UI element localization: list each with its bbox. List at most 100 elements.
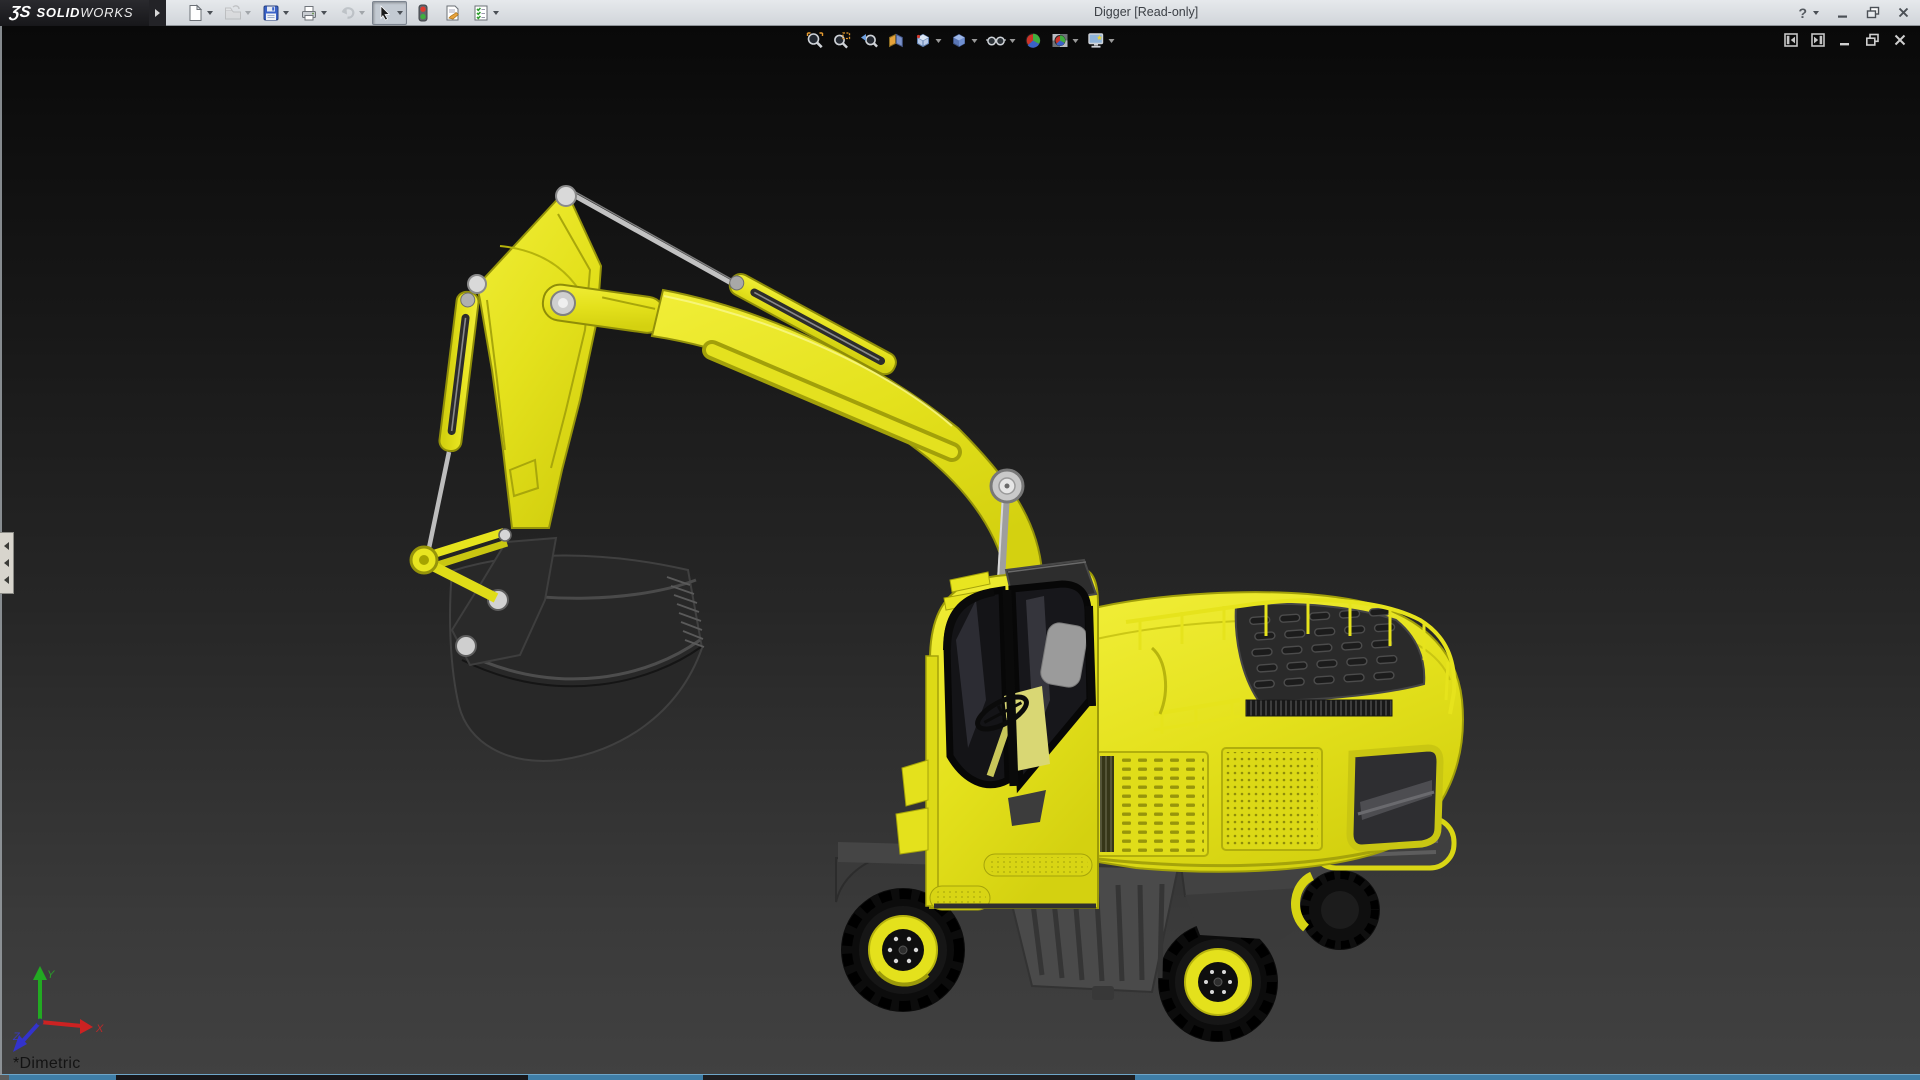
collapse-pane-button[interactable] — [1784, 33, 1798, 47]
quick-access-toolbar — [182, 0, 503, 25]
display-style-dropdown-arrow[interactable] — [971, 38, 978, 43]
vent-strip — [1245, 699, 1393, 717]
bucket-cylinder[interactable] — [426, 284, 480, 549]
document-close-button[interactable] — [1893, 33, 1907, 47]
title-bar: ƷS SOLID WORKS Digger [Read-only] ? — [0, 0, 1920, 26]
section-view-icon — [889, 33, 903, 48]
open-dropdown-arrow[interactable] — [245, 10, 252, 15]
stick-top-pivot — [555, 185, 577, 207]
document-restore-button[interactable] — [1865, 33, 1880, 47]
display-style-button[interactable] — [950, 31, 978, 50]
front-flare-lower — [895, 807, 929, 855]
minimize-button[interactable] — [1836, 6, 1849, 19]
document-minimize-button[interactable] — [1838, 33, 1852, 47]
open-button[interactable] — [220, 1, 255, 25]
rear-pillar — [1085, 605, 1096, 707]
previous-view-icon — [861, 34, 878, 48]
taskbar-segment — [0, 1075, 9, 1080]
view-orientation-icon — [916, 33, 929, 48]
save-dropdown-arrow[interactable] — [283, 10, 290, 15]
restore-icon — [1866, 6, 1880, 19]
brand-solid: SOLID — [36, 5, 81, 20]
print-button[interactable] — [296, 1, 331, 25]
collapse-arrow-icon — [4, 542, 9, 550]
new-dropdown-arrow[interactable] — [207, 10, 214, 15]
side-grille-left — [1095, 751, 1209, 857]
display-style-icon — [953, 33, 965, 48]
rebuild-button[interactable] — [410, 1, 436, 25]
zoom-to-fit-button[interactable] — [806, 31, 825, 50]
print-dropdown-arrow[interactable] — [321, 10, 328, 15]
expand-pane-icon — [1811, 33, 1825, 47]
new-document-icon — [189, 3, 203, 21]
feature-manager-collapse-tab[interactable] — [0, 532, 14, 594]
stick-arm[interactable] — [475, 188, 603, 529]
hide-show-items-icon — [986, 36, 1006, 46]
taskbar-edge[interactable] — [0, 1074, 1920, 1080]
graphics-viewport[interactable]: Y X Z *Dimetric — [0, 26, 1920, 1075]
undo-button[interactable] — [334, 1, 369, 25]
taskbar-segment — [703, 1075, 1135, 1080]
heads-up-view-toolbar — [806, 31, 1115, 50]
view-orientation-dropdown-arrow[interactable] — [935, 38, 942, 43]
apply-scene-button[interactable] — [1051, 31, 1079, 50]
view-settings-dropdown-arrow[interactable] — [1108, 38, 1115, 43]
solidworks-logo-mark-icon: ƷS — [8, 3, 32, 21]
x-axis-label: X — [95, 1023, 104, 1035]
zoom-to-area-button[interactable] — [833, 31, 852, 50]
previous-view-button[interactable] — [860, 31, 879, 50]
bucket-lower-pin — [455, 635, 477, 657]
help-dropdown-arrow[interactable] — [1813, 10, 1819, 15]
menu-flyout-button[interactable] — [149, 0, 167, 26]
section-view-button[interactable] — [887, 31, 906, 50]
window-controls: ? — [1798, 0, 1910, 25]
zoom-to-area-icon — [834, 32, 851, 49]
collapse-arrow-icon — [4, 576, 9, 584]
save-button[interactable] — [258, 1, 293, 25]
select-dropdown-arrow[interactable] — [397, 10, 404, 15]
stick-left-pivot — [467, 274, 487, 294]
restore-button[interactable] — [1866, 6, 1880, 19]
hide-show-dropdown-arrow[interactable] — [1009, 38, 1016, 43]
solidworks-logo: ƷS SOLID WORKS — [0, 0, 150, 26]
options-dropdown-arrow[interactable] — [493, 10, 500, 15]
help-button[interactable]: ? — [1798, 5, 1819, 21]
z-axis-label: Z — [12, 1031, 21, 1043]
rear-window — [1346, 744, 1444, 852]
file-properties-button[interactable] — [439, 1, 465, 25]
document-close-icon — [1894, 34, 1906, 46]
options-checklist-icon — [474, 5, 488, 20]
front-right-wheel[interactable] — [1158, 922, 1278, 1042]
undo-dropdown-arrow[interactable] — [359, 10, 366, 15]
apply-scene-icon — [1052, 34, 1068, 47]
hide-show-items-button[interactable] — [986, 31, 1016, 50]
select-button[interactable] — [372, 0, 408, 25]
brand-works: WORKS — [80, 5, 134, 20]
apply-scene-dropdown-arrow[interactable] — [1072, 38, 1079, 43]
open-icon — [225, 4, 242, 19]
minimize-icon — [1838, 15, 1847, 18]
expand-pane-button[interactable] — [1811, 33, 1825, 47]
y-axis-arrow — [33, 966, 47, 980]
save-icon — [263, 5, 279, 20]
options-button[interactable] — [468, 1, 503, 25]
document-restore-icon — [1865, 33, 1879, 46]
document-minimize-icon — [1840, 43, 1849, 46]
view-orientation-button[interactable] — [914, 31, 942, 50]
file-properties-icon — [446, 5, 460, 20]
edit-appearance-button[interactable] — [1024, 31, 1043, 50]
engine-body[interactable] — [1085, 591, 1464, 873]
model-canvas[interactable]: Y X Z — [0, 26, 1920, 1075]
flyout-arrow-icon — [155, 8, 161, 17]
view-settings-icon — [1088, 33, 1104, 48]
view-settings-button[interactable] — [1087, 31, 1115, 50]
reference-triad: Y X Z — [12, 966, 104, 1052]
rear-wheel[interactable] — [1291, 870, 1380, 950]
document-window-controls — [1784, 33, 1907, 47]
zoom-to-fit-icon — [806, 32, 824, 49]
collapse-arrow-icon — [4, 559, 9, 567]
close-button[interactable] — [1897, 6, 1910, 19]
cab[interactable] — [895, 558, 1099, 911]
new-document-button[interactable] — [182, 1, 217, 25]
view-orientation-label: *Dimetric — [13, 1055, 81, 1072]
